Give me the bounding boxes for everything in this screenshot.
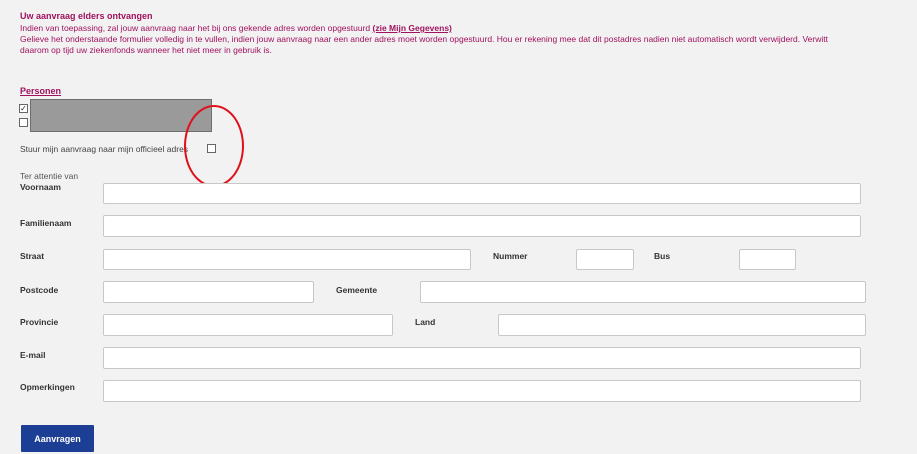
province-input[interactable]	[103, 314, 393, 336]
street-label: Straat	[20, 251, 45, 261]
redacted-person-names	[30, 99, 212, 132]
notice-title: Uw aanvraag elders ontvangen	[20, 11, 153, 21]
first-name-label: Voornaam	[20, 182, 61, 192]
remarks-label: Opmerkingen	[20, 382, 75, 392]
notice-line-1: Indien van toepassing, zal jouw aanvraag…	[20, 23, 452, 33]
box-input[interactable]	[739, 249, 796, 270]
country-input[interactable]	[498, 314, 866, 336]
number-label: Nummer	[493, 251, 528, 261]
box-label: Bus	[654, 251, 671, 261]
last-name-input[interactable]	[103, 215, 861, 237]
first-name-input[interactable]	[103, 183, 861, 204]
annotation-circle	[184, 105, 244, 187]
province-label: Provincie	[20, 317, 59, 327]
municipality-label: Gemeente	[336, 285, 378, 295]
notice-line-1-text: Indien van toepassing, zal jouw aanvraag…	[20, 23, 371, 33]
street-input[interactable]	[103, 249, 471, 270]
country-label: Land	[415, 317, 436, 327]
submit-button[interactable]: Aanvragen	[21, 425, 94, 452]
postcode-input[interactable]	[103, 281, 314, 303]
notice-line-3: daarom op tijd uw ziekenfonds wanneer he…	[20, 45, 272, 55]
email-label: E-mail	[20, 350, 46, 360]
last-name-label: Familienaam	[20, 218, 72, 228]
municipality-input[interactable]	[420, 281, 866, 303]
attention-label: Ter attentie van	[20, 171, 79, 181]
person-checkbox-2[interactable]	[19, 118, 28, 127]
notice-line-2: Gelieve het onderstaande formulier volle…	[20, 34, 828, 44]
official-address-label: Stuur mijn aanvraag naar mijn officieel …	[20, 144, 189, 154]
number-input[interactable]	[576, 249, 634, 270]
email-input[interactable]	[103, 347, 861, 369]
my-details-link[interactable]: (zie Mijn Gegevens)	[373, 23, 452, 33]
persons-title: Personen	[20, 86, 62, 96]
person-checkbox-1[interactable]: ✓	[19, 104, 28, 113]
remarks-input[interactable]	[103, 380, 861, 402]
postcode-label: Postcode	[20, 285, 59, 295]
